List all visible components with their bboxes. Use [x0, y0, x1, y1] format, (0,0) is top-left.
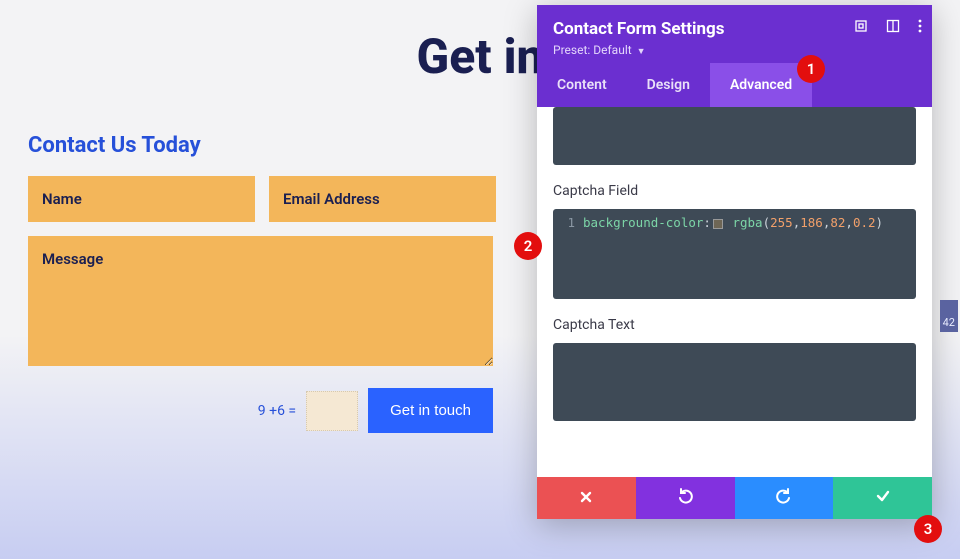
more-icon[interactable] [918, 19, 922, 33]
code-editor-captcha-field[interactable]: 1background-color: rgba(255,186,82,0.2) [553, 209, 916, 299]
section-label-captcha-text: Captcha Text [553, 317, 916, 333]
chevron-down-icon: ▼ [637, 47, 646, 57]
name-input[interactable] [28, 176, 255, 222]
panel-body: Captcha Field 1background-color: rgba(25… [537, 107, 932, 477]
tab-design[interactable]: Design [627, 63, 710, 107]
close-icon [579, 489, 593, 508]
code-editor-prev[interactable] [553, 107, 916, 165]
cancel-button[interactable] [537, 477, 636, 519]
panel-header: Contact Form Settings Preset: Default ▼ [537, 5, 932, 63]
preset-value: Default [593, 43, 631, 57]
redo-icon [776, 488, 792, 508]
captcha-input[interactable] [306, 391, 358, 431]
email-input[interactable] [269, 176, 496, 222]
submit-button[interactable]: Get in touch [368, 388, 493, 433]
expand-icon[interactable] [854, 19, 868, 33]
section-label-captcha-field: Captcha Field [553, 183, 916, 199]
tabs: Content Design Advanced [537, 63, 932, 107]
annotation-badge-2: 2 [514, 232, 542, 260]
redo-button[interactable] [735, 477, 834, 519]
message-input[interactable] [28, 236, 493, 366]
contact-form: Contact Us Today 9 +6 = Get in touch [28, 133, 493, 433]
settings-panel: Contact Form Settings Preset: Default ▼ … [537, 5, 932, 519]
contact-heading: Contact Us Today [28, 133, 493, 158]
captcha-label: 9 +6 = [258, 403, 296, 419]
annotation-badge-3: 3 [914, 515, 942, 543]
color-swatch-icon [713, 219, 723, 229]
edge-marker: 42 [940, 300, 958, 332]
code-property: background-color [583, 215, 703, 230]
undo-icon [677, 488, 693, 508]
columns-icon[interactable] [886, 19, 900, 33]
panel-footer [537, 477, 932, 519]
undo-button[interactable] [636, 477, 735, 519]
save-button[interactable] [833, 477, 932, 519]
annotation-badge-1: 1 [797, 55, 825, 83]
tab-content[interactable]: Content [537, 63, 627, 107]
code-editor-captcha-text[interactable] [553, 343, 916, 421]
line-number: 1 [561, 215, 575, 230]
preset-label: Preset: [553, 43, 590, 57]
check-icon [875, 488, 891, 508]
preset-selector[interactable]: Preset: Default ▼ [553, 43, 916, 57]
code-func: rgba [732, 215, 762, 230]
